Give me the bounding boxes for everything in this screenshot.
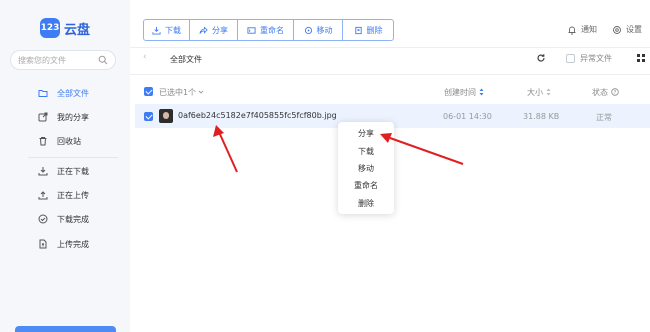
settings-button[interactable]: 设置 — [612, 24, 642, 35]
logo-badge: 123 — [40, 18, 60, 38]
sidebar-item-my-shares[interactable]: 我的分享 — [38, 107, 89, 127]
arrow-to-file-icon — [213, 125, 238, 173]
grid-view-icon[interactable] — [637, 54, 645, 64]
context-menu-rename[interactable]: 重命名 — [338, 177, 394, 194]
check-circle-icon — [38, 214, 48, 224]
sidebar-item-label: 上传完成 — [57, 239, 89, 249]
file-action-toolbar: 下载 分享 重命名 移动 删除 — [143, 19, 394, 41]
notify-button[interactable]: 通知 — [567, 24, 597, 35]
context-menu-share[interactable]: 分享 — [338, 125, 394, 142]
header-divider — [130, 47, 650, 48]
sidebar-item-uploading[interactable]: 正在上传 — [38, 185, 89, 205]
share-button[interactable]: 分享 — [190, 20, 238, 40]
download-icon — [38, 166, 48, 176]
sidebar-item-all-files[interactable]: 全部文件 — [38, 83, 89, 103]
selected-count: 已选中1个 — [159, 87, 204, 98]
column-size[interactable]: 大小 — [527, 87, 551, 98]
sidebar-item-download-complete[interactable]: 下载完成 — [38, 209, 89, 229]
chevron-down-icon[interactable] — [198, 88, 204, 97]
refresh-icon[interactable] — [536, 53, 546, 65]
delete-button-label: 删除 — [366, 25, 383, 35]
selected-count-label: 已选中1个 — [159, 88, 197, 97]
abnormal-files-filter[interactable]: 异常文件 — [566, 53, 612, 64]
share-icon — [199, 25, 208, 35]
sidebar-item-upload-complete[interactable]: 上传完成 — [38, 234, 89, 254]
file-size: 31.88 KB — [523, 112, 560, 121]
svg-text:?: ? — [614, 90, 617, 96]
column-created-label: 创建时间 — [444, 88, 476, 97]
sort-icon — [479, 88, 484, 98]
sidebar-item-label: 正在下载 — [57, 166, 89, 176]
delete-button[interactable]: 删除 — [343, 20, 393, 40]
sidebar-divider — [28, 157, 118, 158]
download-button[interactable]: 下载 — [144, 20, 190, 40]
abnormal-files-label: 异常文件 — [580, 54, 612, 63]
gear-icon — [612, 25, 622, 35]
column-size-label: 大小 — [527, 88, 543, 97]
column-created-time[interactable]: 创建时间 — [444, 87, 484, 98]
share-icon — [38, 112, 48, 122]
help-icon[interactable]: ? — [611, 87, 619, 98]
rename-button-label: 重命名 — [260, 25, 284, 35]
move-icon — [304, 26, 313, 35]
app-logo[interactable]: 123 云盘 — [40, 18, 90, 38]
trash-icon — [354, 26, 363, 35]
select-all-checkbox[interactable] — [144, 87, 153, 96]
sidebar-item-label: 回收站 — [57, 136, 81, 146]
file-name[interactable]: 0af6eb24c5182e7f405855fc5fcf80b.jpg — [178, 111, 337, 120]
sidebar-item-label: 我的分享 — [57, 112, 89, 122]
column-status-label: 状态 — [592, 88, 608, 97]
sidebar-item-label: 下载完成 — [57, 214, 89, 224]
file-thumbnail — [159, 109, 173, 123]
search-input[interactable] — [18, 51, 98, 69]
upload-icon — [38, 190, 48, 200]
search-icon[interactable] — [98, 55, 108, 67]
sidebar: 123 云盘 全部文件 我的分享 回收站 正在下载 正在上传 下载完成 上传完成 — [0, 0, 130, 332]
context-menu-move[interactable]: 移动 — [338, 160, 394, 177]
rename-icon — [247, 26, 256, 35]
row-checkbox[interactable] — [144, 112, 153, 121]
column-status: 状态 ? — [592, 87, 619, 98]
move-button[interactable]: 移动 — [294, 20, 343, 40]
abnormal-files-checkbox[interactable] — [566, 54, 575, 63]
sort-icon — [546, 88, 551, 98]
sidebar-item-label: 全部文件 — [57, 88, 89, 98]
context-menu-download[interactable]: 下载 — [338, 143, 394, 160]
back-chevron-icon[interactable]: ‹ — [143, 52, 147, 62]
trash-icon — [38, 136, 48, 146]
file-upload-done-icon — [38, 239, 48, 249]
sidebar-item-recycle-bin[interactable]: 回收站 — [38, 131, 81, 151]
rename-button[interactable]: 重命名 — [238, 20, 294, 40]
sidebar-bottom-button[interactable] — [15, 326, 116, 332]
file-status: 正常 — [596, 113, 612, 122]
download-icon — [152, 26, 161, 35]
context-menu-delete[interactable]: 删除 — [338, 195, 394, 212]
logo-text: 云盘 — [64, 22, 91, 38]
folder-icon — [38, 88, 48, 98]
move-button-label: 移动 — [316, 25, 333, 35]
breadcrumb[interactable]: 全部文件 — [170, 54, 202, 65]
settings-label: 设置 — [626, 25, 642, 34]
download-button-label: 下载 — [165, 25, 181, 35]
context-menu: 分享 下载 移动 重命名 删除 — [338, 122, 394, 214]
file-created-time: 06-01 14:30 — [443, 112, 492, 121]
sidebar-item-label: 正在上传 — [57, 190, 89, 200]
bell-icon — [567, 25, 577, 35]
toolbar-divider — [130, 74, 650, 75]
notify-label: 通知 — [581, 25, 597, 34]
sidebar-item-downloading[interactable]: 正在下载 — [38, 161, 89, 181]
share-button-label: 分享 — [212, 25, 228, 35]
search-box — [10, 50, 116, 70]
